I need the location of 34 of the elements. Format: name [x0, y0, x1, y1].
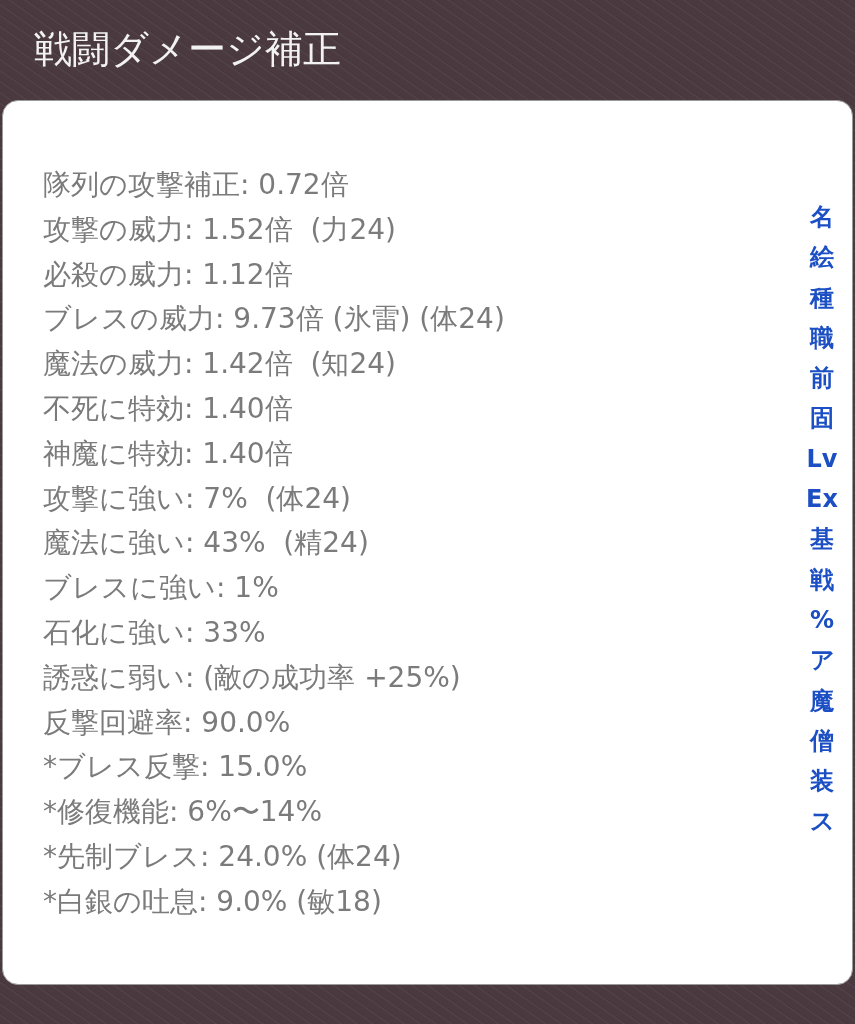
stat-line: 石化に強い: 33%	[43, 614, 266, 651]
index-link[interactable]: 固	[810, 398, 834, 439]
index-link[interactable]: 僧	[810, 720, 834, 762]
stat-line: *先制ブレス: 24.0% (体24)	[43, 838, 402, 875]
stat-line: 魔法に強い: 43% (精24)	[43, 525, 369, 562]
index-link[interactable]: Ex	[806, 479, 838, 520]
index-link[interactable]: ア	[809, 640, 835, 681]
stat-line: ブレスの威力: 9.73倍 (氷雷) (体24)	[43, 301, 505, 338]
index-link[interactable]: 魔	[810, 680, 834, 721]
stat-line: 神魔に特効: 1.40倍	[43, 435, 293, 472]
index-link[interactable]: 基	[810, 519, 834, 560]
index-link[interactable]: 戦	[810, 559, 834, 600]
stat-line: 攻撃に強い: 7% (体24)	[43, 480, 352, 517]
stat-line: 魔法の威力: 1.42倍 (知24)	[43, 346, 396, 383]
index-link[interactable]: 種	[810, 277, 834, 318]
stat-line: 隊列の攻撃補正: 0.72倍	[43, 167, 349, 203]
stat-line: *修復機能: 6%〜14%	[43, 794, 322, 831]
index-link[interactable]: 名	[810, 197, 834, 238]
index-link[interactable]: 装	[810, 761, 834, 802]
stat-line: 必殺の威力: 1.12倍	[43, 256, 293, 293]
stat-line: 不死に特効: 1.40倍	[43, 391, 293, 427]
index-link[interactable]: 絵	[810, 237, 834, 278]
stat-line: *ブレス反撃: 15.0%	[43, 749, 308, 786]
index-link[interactable]: Lv	[806, 438, 838, 480]
index-link[interactable]: 職	[810, 317, 834, 359]
stat-line: 攻撃の威力: 1.52倍 (力24)	[43, 211, 396, 248]
stat-line: ブレスに強い: 1%	[43, 570, 279, 607]
index-link[interactable]: ス	[809, 801, 835, 842]
page-title: 戦闘ダメージ補正	[34, 27, 341, 71]
stat-line: *白銀の吐息: 9.0% (敏18)	[43, 883, 382, 920]
index-link[interactable]: %	[809, 599, 834, 641]
stat-line: 誘惑に弱い: (敵の成功率 +25%)	[43, 659, 461, 696]
stat-line: 反撃回避率: 90.0%	[43, 704, 291, 741]
index-link[interactable]: 前	[810, 358, 834, 399]
